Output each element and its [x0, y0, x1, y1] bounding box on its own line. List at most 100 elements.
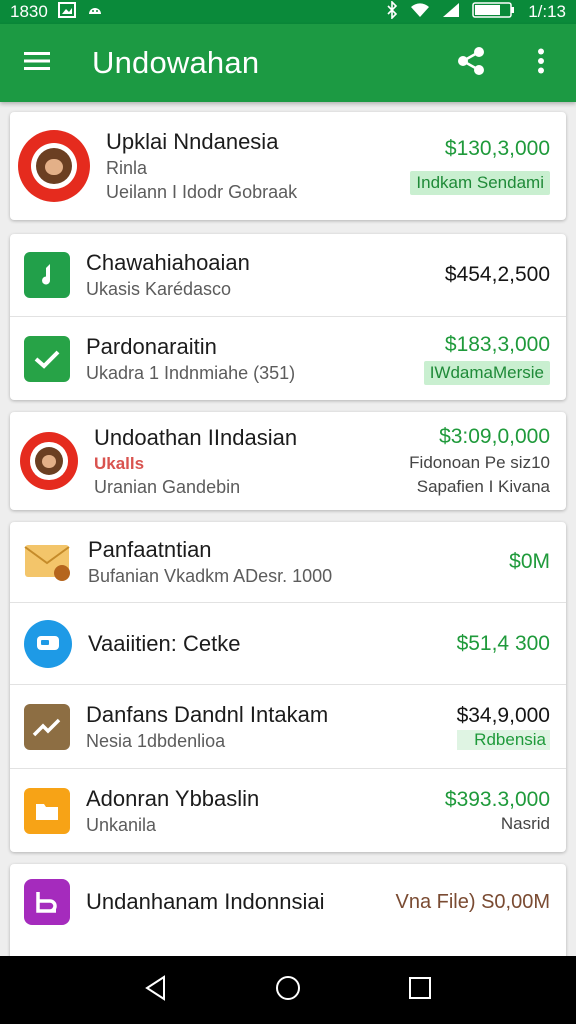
- list-item[interactable]: Undanhanam Indonnsiai Vna File) S0,00M: [10, 864, 566, 940]
- app-tile-icon: [24, 879, 70, 925]
- item-description: Uranian Gandebin: [94, 476, 241, 497]
- menu-icon: [24, 51, 50, 76]
- signal-icon: [442, 2, 460, 23]
- checkmark-icon: [24, 335, 70, 382]
- more-options-button[interactable]: [506, 24, 576, 102]
- item-title: Panfaatntian: [88, 537, 212, 562]
- avatar-portrait: [34, 446, 64, 476]
- item-right: Vna File) S0,00M: [395, 891, 550, 914]
- item-title: Adonran Ybbaslin: [86, 785, 260, 811]
- avatar-portrait-icon: [20, 432, 78, 490]
- item-title: Upklai Nndanesia: [106, 129, 279, 154]
- item-subtitle: Bufanian Vkadkm ADesr. 1000: [88, 566, 333, 586]
- item-right: $183,3,000 IWdamaMersie: [423, 332, 550, 385]
- share-icon: [456, 46, 486, 81]
- status-badge: Indkam Sendami: [410, 171, 550, 195]
- item-subtitle: Ukasis Karédasco: [86, 279, 232, 299]
- avatar-portrait: [36, 148, 72, 184]
- home-circle-icon: [275, 975, 301, 1006]
- card-group-5: Undanhanam Indonnsiai Vna File) S0,00M: [10, 864, 566, 956]
- folder-icon: [24, 787, 70, 834]
- item-right: $454,2,500: [445, 263, 550, 287]
- android-notification-icon: [86, 2, 104, 23]
- item-right: $51,4 300: [457, 632, 550, 656]
- item-description: Ueilann I Idodr Gobraak: [106, 182, 298, 202]
- recents-button[interactable]: [390, 960, 450, 1020]
- recents-square-icon: [408, 976, 432, 1005]
- navigation-bar: [0, 956, 576, 1024]
- item-amount: $393.3,000: [444, 787, 550, 811]
- list-item[interactable]: Danfans Dandnl Intakam Nesia 1dbdenlioa …: [10, 684, 566, 768]
- item-amount: $51,4 300: [456, 631, 550, 655]
- item-amount: $3:09,0,000: [439, 425, 550, 448]
- app-title: Undowahan: [92, 45, 260, 80]
- image-notification-icon: [57, 1, 76, 23]
- bluetooth-icon: [386, 0, 398, 24]
- envelope-icon: [24, 541, 72, 583]
- item-texts: Danfans Dandnl Intakam Nesia 1dbdenlioa: [86, 702, 449, 752]
- battery-icon: [472, 1, 516, 23]
- list-item[interactable]: Undoathan IIndasian Ukalls Uranian Gande…: [10, 412, 566, 510]
- app-bar: Undowahan: [0, 24, 576, 102]
- status-badge: IWdamaMersie: [423, 360, 550, 385]
- item-right: $393.3,000 Nasrid: [445, 788, 550, 834]
- avatar-face: [30, 142, 78, 190]
- trending-up-icon: [24, 703, 70, 750]
- item-amount: $130,3,000: [444, 137, 550, 160]
- share-button[interactable]: [436, 24, 506, 102]
- list-item[interactable]: Panfaatntian Bufanian Vkadkm ADesr. 1000…: [10, 522, 566, 602]
- item-texts: Undoathan IIndasian Ukalls Uranian Gande…: [94, 425, 401, 498]
- content-list: Upklai Nndanesia Rinla Ueilann I Idodr G…: [0, 102, 576, 956]
- item-texts: Undanhanam Indonnsiai: [86, 889, 387, 915]
- card-group-2: Chawahiahoaian Ukasis Karédasco $454,2,…: [10, 234, 566, 400]
- item-label: Ukalls: [94, 453, 145, 473]
- status-right: 1/:13: [386, 0, 566, 24]
- item-texts: Vaaiitien: Cetke: [88, 631, 449, 657]
- menu-button[interactable]: [0, 24, 74, 102]
- item-amount: Vna File) S0,00M: [395, 890, 550, 913]
- back-triangle-icon: [144, 974, 168, 1006]
- item-subtitle: Ukadra 1 Indnmiahe (351): [86, 362, 296, 383]
- item-amount: $34,9,000: [456, 703, 550, 727]
- card-group-3: Undoathan IIndasian Ukalls Uranian Gande…: [10, 412, 566, 510]
- list-item[interactable]: Adonran Ybbaslin Unkanila $393.3,000 Nas…: [10, 768, 566, 852]
- item-meta: Fidonoan Pe siz10: [409, 453, 550, 472]
- item-subtitle: Unkanila: [86, 814, 157, 835]
- item-title: Pardonaraitin: [86, 333, 217, 359]
- item-texts: Panfaatntian Bufanian Vkadkm ADesr. 1000: [88, 537, 501, 587]
- home-button[interactable]: [258, 960, 318, 1020]
- item-title: Vaaiitien: Cetke: [88, 630, 241, 656]
- item-right: $0M: [509, 550, 550, 574]
- item-title: Danfans Dandnl Intakam: [86, 701, 329, 727]
- status-time-left: 1830: [10, 2, 48, 21]
- avatar-face: [30, 442, 68, 480]
- item-subtitle: Nesia 1dbdenlioa: [86, 730, 226, 751]
- list-item[interactable]: Upklai Nndanesia Rinla Ueilann I Idodr G…: [10, 112, 566, 220]
- item-title: Chawahiahoaian: [86, 250, 250, 275]
- status-bar: 1830 1/:13: [0, 0, 576, 24]
- back-button[interactable]: [126, 960, 186, 1020]
- app-actions: [436, 24, 576, 102]
- item-right: $130,3,000 Indkam Sendami: [410, 137, 550, 195]
- item-texts: Pardonaraitin Ukadra 1 Indnmiahe (351): [86, 334, 416, 384]
- list-item[interactable]: Pardonaraitin Ukadra 1 Indnmiahe (351) $…: [10, 316, 566, 400]
- item-title: Undanhanam Indonnsiai: [86, 889, 325, 914]
- item-right: $3:09,0,000 Fidonoan Pe siz10 Sapafien I…: [409, 425, 550, 497]
- list-item[interactable]: Chawahiahoaian Ukasis Karédasco $454,2,…: [10, 234, 566, 316]
- status-badge: Rdbensia: [456, 729, 550, 750]
- music-note-icon: [24, 252, 70, 298]
- item-subtitle: Rinla: [106, 158, 148, 178]
- item-meta: Sapafien I Kivana: [416, 477, 550, 496]
- item-meta: Nasrid: [500, 813, 550, 833]
- item-title: Undoathan IIndasian: [94, 424, 298, 450]
- status-time-right: 1/:13: [528, 2, 566, 21]
- card-featured: Upklai Nndanesia Rinla Ueilann I Idodr G…: [10, 112, 566, 220]
- list-item[interactable]: Vaaiitien: Cetke $51,4 300: [10, 602, 566, 684]
- item-texts: Upklai Nndanesia Rinla Ueilann I Idodr G…: [106, 129, 402, 203]
- wifi-icon: [410, 2, 430, 23]
- status-left: 1830: [10, 1, 104, 23]
- card-group-4: Panfaatntian Bufanian Vkadkm ADesr. 1000…: [10, 522, 566, 852]
- item-texts: Adonran Ybbaslin Unkanila: [86, 786, 437, 836]
- item-texts: Chawahiahoaian Ukasis Karédasco: [86, 250, 437, 300]
- item-amount: $183,3,000: [444, 332, 550, 356]
